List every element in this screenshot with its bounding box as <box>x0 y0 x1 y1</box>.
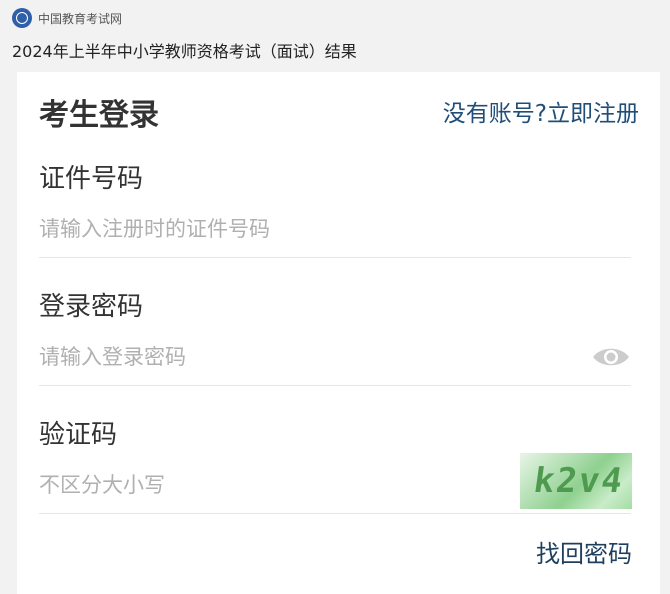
id-number-label: 证件号码 <box>39 164 144 194</box>
divider <box>39 257 631 258</box>
id-number-input[interactable] <box>39 209 631 249</box>
password-input[interactable] <box>39 337 579 377</box>
login-card: 考生登录 没有账号?立即注册 证件号码 登录密码 验证码 k2v4 找回密码 <box>17 72 660 594</box>
register-link[interactable]: 没有账号?立即注册 <box>443 94 639 128</box>
password-label: 登录密码 <box>39 292 144 322</box>
forgot-password-link[interactable]: 找回密码 <box>536 534 632 569</box>
eye-icon[interactable] <box>591 344 631 370</box>
page-title: 2024年上半年中小学教师资格考试（面试）结果 <box>12 42 357 61</box>
login-title: 考生登录 <box>39 98 159 133</box>
divider <box>39 513 631 514</box>
site-logo-icon <box>12 8 32 28</box>
captcha-label: 验证码 <box>39 420 118 450</box>
site-name: 中国教育考试网 <box>38 11 123 26</box>
site-brand[interactable]: 中国教育考试网 <box>12 8 122 28</box>
captcha-image[interactable]: k2v4 <box>520 453 632 509</box>
captcha-input[interactable] <box>39 465 499 505</box>
top-header: 中国教育考试网 2024年上半年中小学教师资格考试（面试）结果 <box>0 0 670 72</box>
divider <box>39 385 631 386</box>
captcha-text: k2v4 <box>531 461 627 501</box>
